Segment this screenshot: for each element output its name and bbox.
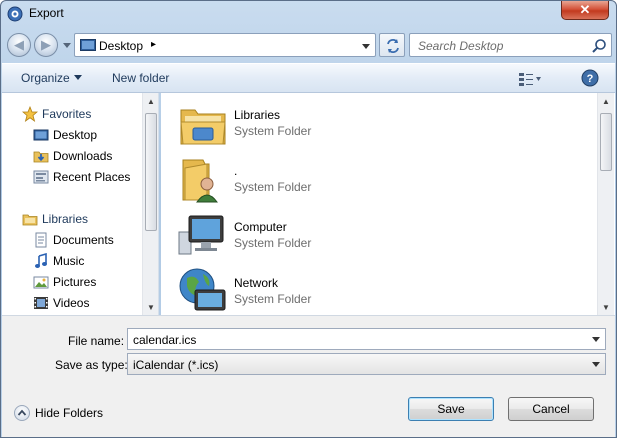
search-box[interactable]: Search Desktop bbox=[409, 33, 612, 57]
new-folder-button[interactable]: New folder bbox=[112, 71, 169, 85]
file-list-scrollbar[interactable]: ▲ ▼ bbox=[597, 93, 614, 315]
help-icon[interactable]: ? bbox=[581, 69, 599, 87]
file-name-dropdown-icon[interactable] bbox=[592, 337, 600, 343]
hide-folders-label[interactable]: Hide Folders bbox=[35, 406, 103, 420]
organize-menu[interactable]: Organize bbox=[21, 71, 70, 85]
title-bar[interactable]: Export ✕ bbox=[1, 1, 616, 27]
refresh-icon bbox=[387, 39, 399, 53]
nav-item-label: Videos bbox=[53, 296, 90, 310]
save-as-type-label: Save as type: bbox=[55, 358, 128, 372]
address-location[interactable]: Desktop bbox=[99, 39, 143, 53]
window-title: Export bbox=[29, 6, 64, 20]
command-toolbar: Organize New folder ? bbox=[2, 63, 615, 93]
nav-item-label: Downloads bbox=[53, 149, 113, 163]
scroll-up-arrow-icon[interactable]: ▲ bbox=[147, 97, 155, 106]
save-as-type-value[interactable]: iCalendar (*.ics) bbox=[133, 358, 218, 372]
file-name: Network bbox=[234, 276, 279, 290]
libraries-icon bbox=[22, 214, 38, 226]
scrollbar-thumb[interactable] bbox=[600, 113, 612, 171]
save-button[interactable]: Save bbox=[408, 397, 494, 421]
file-item-computer[interactable]: Computer System Folder bbox=[177, 210, 427, 264]
scrollbar-thumb[interactable] bbox=[145, 113, 157, 231]
navigation-row: ◀ ▶ Desktop ▸ Search Desktop bbox=[1, 31, 616, 59]
file-name-value[interactable]: calendar.ics bbox=[133, 333, 196, 347]
organize-dropdown-icon[interactable] bbox=[74, 75, 82, 81]
app-icon bbox=[7, 6, 23, 22]
nav-item-label: Recent Places bbox=[53, 170, 131, 184]
nav-group-label: Libraries bbox=[42, 212, 89, 226]
libraries-folder-icon bbox=[180, 109, 226, 145]
breadcrumb-chevron-icon[interactable]: ▸ bbox=[151, 39, 156, 50]
scroll-down-arrow-icon[interactable]: ▼ bbox=[147, 303, 155, 312]
file-name: Computer bbox=[234, 220, 287, 234]
documents-icon bbox=[35, 232, 47, 248]
nav-item-label: Documents bbox=[53, 233, 114, 247]
file-item-network[interactable]: Network System Folder bbox=[177, 266, 427, 315]
address-dropdown-icon[interactable] bbox=[362, 42, 370, 50]
chevron-up-glyph bbox=[17, 409, 27, 416]
file-name-label: File name: bbox=[68, 334, 125, 348]
star-icon bbox=[22, 106, 38, 122]
file-name: . bbox=[234, 164, 238, 178]
navigation-pane[interactable]: Favorites Desktop Downloads Recent Place… bbox=[2, 93, 159, 315]
nav-item-label: Pictures bbox=[53, 275, 97, 289]
address-bar[interactable]: Desktop ▸ bbox=[74, 33, 376, 57]
change-view-icon[interactable] bbox=[518, 71, 542, 87]
music-icon bbox=[35, 253, 47, 268]
close-button[interactable]: ✕ bbox=[561, 1, 609, 20]
save-as-type-dropdown-icon[interactable] bbox=[592, 362, 600, 368]
back-button[interactable]: ◀ bbox=[7, 33, 31, 57]
network-icon bbox=[179, 268, 226, 311]
forward-button[interactable]: ▶ bbox=[34, 33, 58, 57]
file-list-pane[interactable]: Libraries System Folder . System Folder … bbox=[161, 93, 615, 315]
save-options-panel: File name: calendar.ics Save as type: iC… bbox=[2, 315, 615, 437]
save-as-type-select[interactable]: iCalendar (*.ics) bbox=[127, 353, 606, 375]
search-placeholder[interactable]: Search Desktop bbox=[418, 39, 503, 53]
videos-icon bbox=[34, 297, 48, 309]
export-dialog: Export ✕ ◀ ▶ Desktop ▸ Search Desktop Or… bbox=[0, 0, 617, 438]
scroll-up-arrow-icon[interactable]: ▲ bbox=[602, 97, 610, 106]
search-icon[interactable] bbox=[591, 38, 607, 54]
file-type: System Folder bbox=[234, 180, 312, 194]
navigation-pane-scrollbar[interactable]: ▲ ▼ bbox=[142, 93, 158, 315]
nav-item-label: Desktop bbox=[53, 128, 98, 142]
file-name-field[interactable]: calendar.ics bbox=[127, 328, 606, 350]
desktop-icon bbox=[33, 129, 49, 141]
file-item-user-folder[interactable]: . System Folder bbox=[177, 154, 427, 208]
recent-pages-dropdown-icon[interactable] bbox=[63, 41, 71, 49]
computer-icon bbox=[178, 215, 224, 255]
file-type: System Folder bbox=[234, 292, 312, 306]
downloads-folder-icon bbox=[33, 151, 49, 163]
nav-group-label: Favorites bbox=[42, 107, 92, 121]
desktop-location-icon bbox=[80, 39, 96, 51]
file-type: System Folder bbox=[234, 124, 312, 138]
recent-places-icon bbox=[33, 170, 49, 184]
file-name: Libraries bbox=[234, 108, 281, 122]
file-item-libraries[interactable]: Libraries System Folder bbox=[177, 98, 427, 152]
file-type: System Folder bbox=[234, 236, 312, 250]
refresh-button[interactable] bbox=[379, 33, 405, 57]
user-folder-icon bbox=[182, 159, 218, 203]
cancel-button[interactable]: Cancel bbox=[508, 397, 594, 421]
nav-item-label: Music bbox=[53, 254, 85, 268]
help-label: ? bbox=[587, 73, 594, 85]
pictures-icon bbox=[33, 276, 49, 289]
chevron-up-icon[interactable] bbox=[14, 405, 30, 421]
scroll-down-arrow-icon[interactable]: ▼ bbox=[602, 303, 610, 312]
